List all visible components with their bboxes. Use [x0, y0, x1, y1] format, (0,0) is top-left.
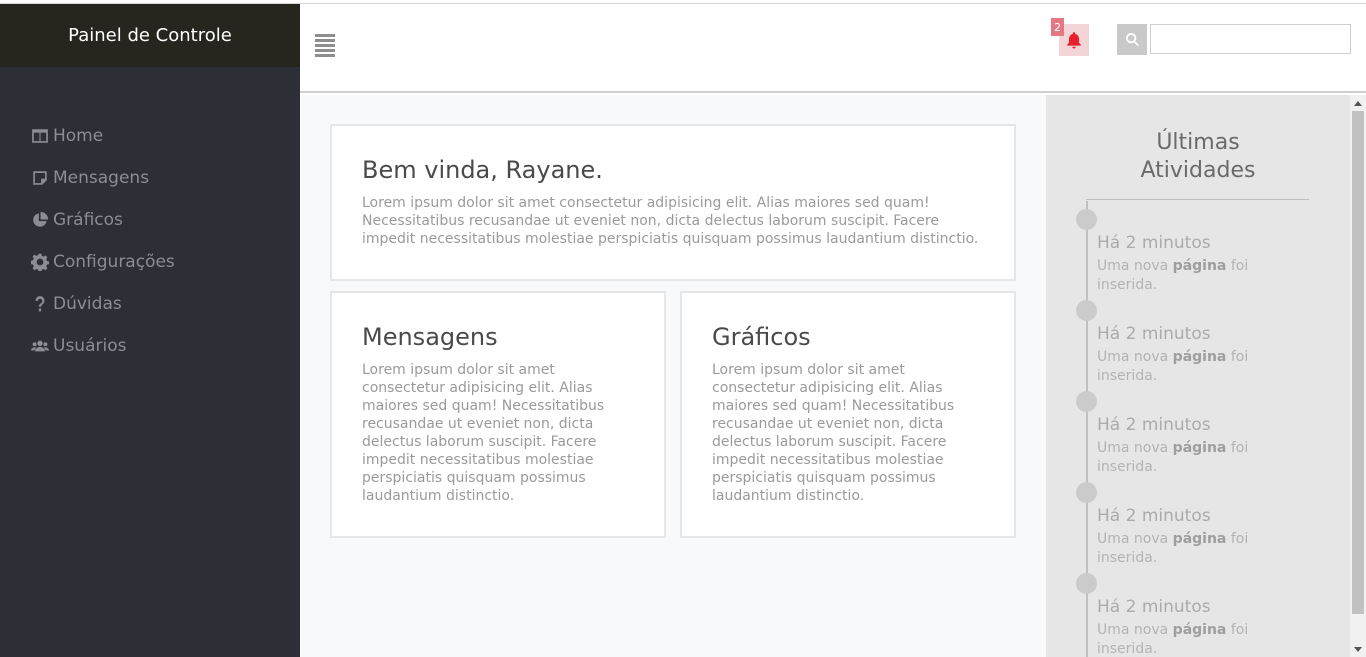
activity-text: Uma nova página foi inserida.	[1097, 258, 1249, 293]
pie-chart-icon	[30, 210, 50, 230]
scrollbar[interactable]	[1350, 95, 1366, 657]
timeline-dot	[1076, 482, 1097, 503]
welcome-text: Lorem ipsum dolor sit amet consectetur a…	[362, 195, 979, 247]
sidebar-item-label: Configurações	[53, 252, 175, 272]
sidebar-item-usuarios[interactable]: Usuários	[0, 325, 300, 367]
timeline-dot	[1076, 391, 1097, 412]
messages-title: Mensagens	[362, 323, 498, 351]
activity-time: Há 2 minutos	[1097, 506, 1211, 526]
timeline-dot	[1076, 573, 1097, 594]
activities-title: Últimas Atividades	[1140, 130, 1256, 183]
sidebar-item-duvidas[interactable]: Dúvidas	[0, 283, 300, 325]
scroll-up-arrow-icon[interactable]	[1354, 101, 1362, 106]
users-icon	[30, 336, 50, 356]
note-icon	[30, 168, 50, 188]
sidebar-menu: Home Mensagens Gráficos Configurações Dú…	[0, 115, 300, 367]
main-content: Bem vinda, Rayane. Lorem ipsum dolor sit…	[300, 95, 1046, 657]
activity-time: Há 2 minutos	[1097, 233, 1211, 253]
scroll-thumb[interactable]	[1352, 111, 1364, 614]
sidebar-item-label: Dúvidas	[53, 294, 122, 314]
scroll-down-arrow-icon[interactable]	[1354, 647, 1362, 652]
activity-text: Uma nova página foi inserida.	[1097, 622, 1249, 657]
notification-badge: 2	[1051, 18, 1064, 36]
timeline-dot	[1076, 300, 1097, 321]
charts-title: Gráficos	[712, 323, 811, 351]
search-icon[interactable]	[1117, 24, 1147, 55]
sidebar: Painel de Controle Home Mensagens Gráfic…	[0, 4, 300, 657]
activity-text: Uma nova página foi inserida.	[1097, 349, 1249, 384]
welcome-title: Bem vinda, Rayane.	[362, 156, 603, 184]
timeline-dot	[1076, 209, 1097, 230]
menu-toggle-icon[interactable]	[315, 34, 335, 57]
activity-text: Uma nova página foi inserida.	[1097, 440, 1249, 475]
activity-time: Há 2 minutos	[1097, 597, 1211, 617]
sidebar-item-graficos[interactable]: Gráficos	[0, 199, 300, 241]
columns-icon	[30, 126, 50, 146]
top-header: 2	[300, 4, 1366, 93]
question-icon	[30, 294, 50, 314]
messages-text: Lorem ipsum dolor sit amet consectetur a…	[362, 362, 605, 504]
divider	[1086, 199, 1309, 200]
brand-title: Painel de Controle	[0, 4, 300, 67]
charts-text: Lorem ipsum dolor sit amet consectetur a…	[712, 362, 955, 504]
activities-panel: Últimas Atividades Há 2 minutos Uma nova…	[1046, 95, 1350, 657]
sidebar-item-label: Gráficos	[53, 210, 123, 230]
gear-icon	[30, 252, 50, 272]
sidebar-item-label: Home	[53, 126, 104, 146]
sidebar-item-label: Mensagens	[53, 168, 150, 188]
messages-card: Mensagens Lorem ipsum dolor sit amet con…	[330, 291, 666, 538]
activity-time: Há 2 minutos	[1097, 324, 1211, 344]
sidebar-item-home[interactable]: Home	[0, 115, 300, 157]
activity-time: Há 2 minutos	[1097, 415, 1211, 435]
welcome-card: Bem vinda, Rayane. Lorem ipsum dolor sit…	[330, 124, 1016, 281]
sidebar-item-configuracoes[interactable]: Configurações	[0, 241, 300, 283]
search-input[interactable]	[1150, 24, 1351, 54]
charts-card: Gráficos Lorem ipsum dolor sit amet cons…	[680, 291, 1016, 538]
sidebar-item-label: Usuários	[53, 336, 127, 356]
activity-text: Uma nova página foi inserida.	[1097, 531, 1249, 566]
sidebar-item-mensagens[interactable]: Mensagens	[0, 157, 300, 199]
